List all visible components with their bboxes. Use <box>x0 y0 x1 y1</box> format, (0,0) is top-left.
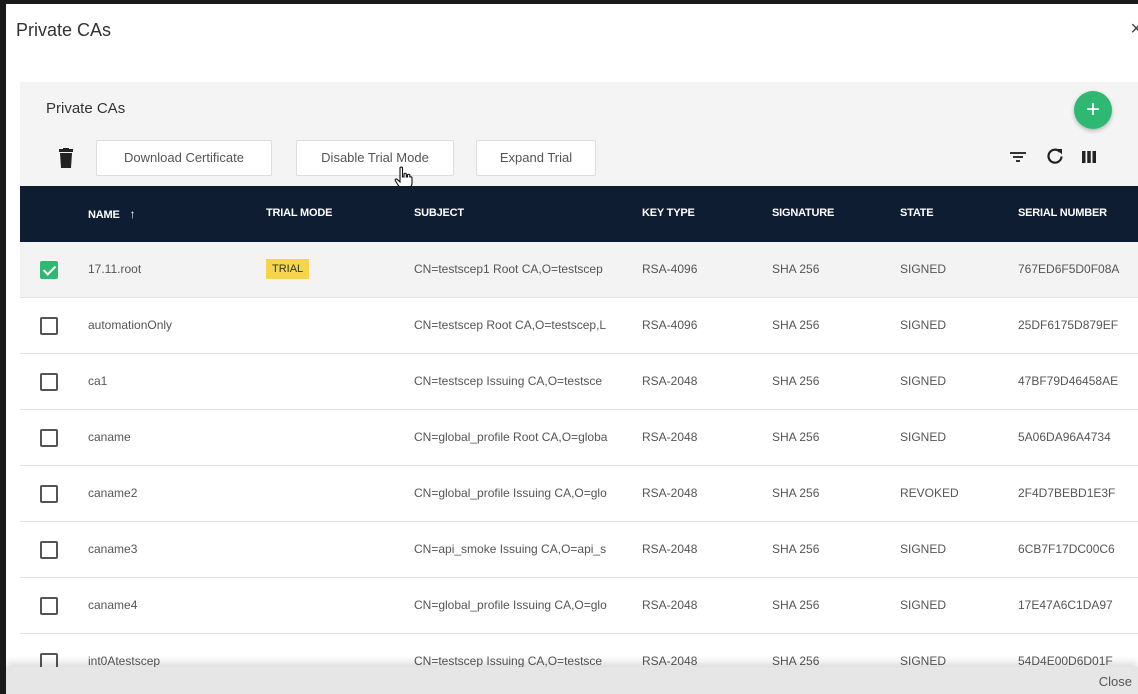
column-header-subject[interactable]: SUBJECT <box>414 207 464 219</box>
cell-state: REVOKED <box>900 486 959 500</box>
cell-signature: SHA 256 <box>772 374 820 388</box>
cell-subject: CN=global_profile Issuing CA,O=glo <box>414 598 607 612</box>
column-header-signature[interactable]: SIGNATURE <box>772 207 834 219</box>
column-label-name: NAME <box>88 209 120 221</box>
cell-subject: CN=global_profile Issuing CA,O=glo <box>414 486 607 500</box>
cell-serial-number: 767ED6F5D0F08A <box>1018 262 1120 276</box>
table-row[interactable]: caname3 CN=api_smoke Issuing CA,O=api_s … <box>20 522 1138 578</box>
cell-name: caname <box>88 430 131 444</box>
cell-serial-number: 17E47A6C1DA97 <box>1018 598 1113 612</box>
cell-signature: SHA 256 <box>772 430 820 444</box>
add-ca-button[interactable]: + <box>1074 91 1112 129</box>
cell-name: int0Atestscep <box>88 654 161 668</box>
cell-signature: SHA 256 <box>772 598 820 612</box>
cell-state: SIGNED <box>900 430 947 444</box>
cell-state: SIGNED <box>900 654 947 668</box>
cell-name: caname3 <box>88 542 138 556</box>
cell-subject: CN=testscep Root CA,O=testscep,L <box>414 318 607 332</box>
cell-signature: SHA 256 <box>772 654 820 668</box>
column-header-state[interactable]: STATE <box>900 207 934 219</box>
table-row[interactable]: ca1 CN=testscep Issuing CA,O=testsce RSA… <box>20 354 1138 410</box>
cell-serial-number: 47BF79D46458AE <box>1018 374 1119 388</box>
cell-subject: CN=testscep Issuing CA,O=testsce <box>414 374 603 388</box>
cell-signature: SHA 256 <box>772 542 820 556</box>
column-header-serial-number[interactable]: SERIAL NUMBER <box>1018 207 1107 219</box>
row-checkbox[interactable] <box>40 597 58 615</box>
dialog-header: Private CAs × <box>6 4 1138 56</box>
cell-state: SIGNED <box>900 262 947 276</box>
private-cas-dialog: Private CAs × Private CAs + Download Cer… <box>6 4 1138 694</box>
row-checkbox[interactable] <box>40 429 58 447</box>
filter-icon[interactable] <box>1010 150 1026 164</box>
cell-subject: CN=api_smoke Issuing CA,O=api_s <box>414 542 607 556</box>
cell-serial-number: 54D4E00D6D01F <box>1018 654 1113 668</box>
close-icon[interactable]: × <box>1130 18 1138 41</box>
trash-icon[interactable] <box>58 148 74 168</box>
cell-name: automationOnly <box>88 318 173 332</box>
table-row[interactable]: caname2 CN=global_profile Issuing CA,O=g… <box>20 466 1138 522</box>
cell-state: SIGNED <box>900 542 947 556</box>
private-cas-card: Private CAs + Download Certificate Disab… <box>20 82 1138 694</box>
cell-state: SIGNED <box>900 318 947 332</box>
row-checkbox[interactable] <box>40 261 58 279</box>
sort-ascending-icon[interactable]: ↑ <box>130 207 136 221</box>
cell-key-type: RSA-2048 <box>642 654 698 668</box>
row-checkbox[interactable] <box>40 317 58 335</box>
refresh-icon[interactable] <box>1046 147 1064 165</box>
cell-key-type: RSA-2048 <box>642 542 698 556</box>
cell-key-type: RSA-2048 <box>642 598 698 612</box>
table-row[interactable]: caname4 CN=global_profile Issuing CA,O=g… <box>20 578 1138 634</box>
cell-signature: SHA 256 <box>772 262 820 276</box>
cell-name: caname2 <box>88 486 138 500</box>
trial-badge: TRIAL <box>266 259 310 279</box>
columns-icon[interactable] <box>1082 150 1096 164</box>
cell-subject: CN=testscep1 Root CA,O=testscep <box>414 262 603 276</box>
cell-signature: SHA 256 <box>772 486 820 500</box>
cell-key-type: RSA-2048 <box>642 374 698 388</box>
cell-subject: CN=global_profile Root CA,O=globa <box>414 430 608 444</box>
card-title: Private CAs <box>46 100 126 117</box>
dialog-title: Private CAs <box>16 20 112 40</box>
table-row[interactable]: automationOnly CN=testscep Root CA,O=tes… <box>20 298 1138 354</box>
column-header-name[interactable]: NAME ↑ <box>88 207 136 221</box>
column-header-key-type[interactable]: KEY TYPE <box>642 207 695 219</box>
cell-key-type: RSA-2048 <box>642 430 698 444</box>
cell-key-type: RSA-4096 <box>642 262 698 276</box>
dialog-footer: Close <box>6 667 1138 694</box>
cell-state: SIGNED <box>900 374 947 388</box>
expand-trial-button[interactable]: Expand Trial <box>476 140 596 176</box>
close-button[interactable]: Close <box>1099 674 1132 689</box>
cell-subject: CN=testscep Issuing CA,O=testsce <box>414 654 603 668</box>
cell-key-type: RSA-4096 <box>642 318 698 332</box>
cell-key-type: RSA-2048 <box>642 486 698 500</box>
disable-trial-mode-button[interactable]: Disable Trial Mode <box>296 140 454 176</box>
cell-name: ca1 <box>88 374 108 388</box>
cell-state: SIGNED <box>900 598 947 612</box>
table-row[interactable]: caname CN=global_profile Root CA,O=globa… <box>20 410 1138 466</box>
table-header: NAME ↑ TRIAL MODE SUBJECT KEY TYPE SIGNAT… <box>20 186 1138 242</box>
download-certificate-button[interactable]: Download Certificate <box>96 140 272 176</box>
cell-name: 17.11.root <box>88 262 142 276</box>
table-row[interactable]: 17.11.root TRIAL CN=testscep1 Root CA,O=… <box>20 242 1138 298</box>
column-header-trial-mode[interactable]: TRIAL MODE <box>266 207 332 219</box>
row-checkbox[interactable] <box>40 541 58 559</box>
cell-serial-number: 25DF6175D879EF <box>1018 318 1119 332</box>
row-checkbox[interactable] <box>40 485 58 503</box>
cell-serial-number: 5A06DA96A4734 <box>1018 430 1111 444</box>
row-checkbox[interactable] <box>40 373 58 391</box>
cell-name: caname4 <box>88 598 138 612</box>
cell-serial-number: 2F4D7BEBD1E3F <box>1018 486 1116 500</box>
cell-signature: SHA 256 <box>772 318 820 332</box>
cell-serial-number: 6CB7F17DC00C6 <box>1018 542 1115 556</box>
